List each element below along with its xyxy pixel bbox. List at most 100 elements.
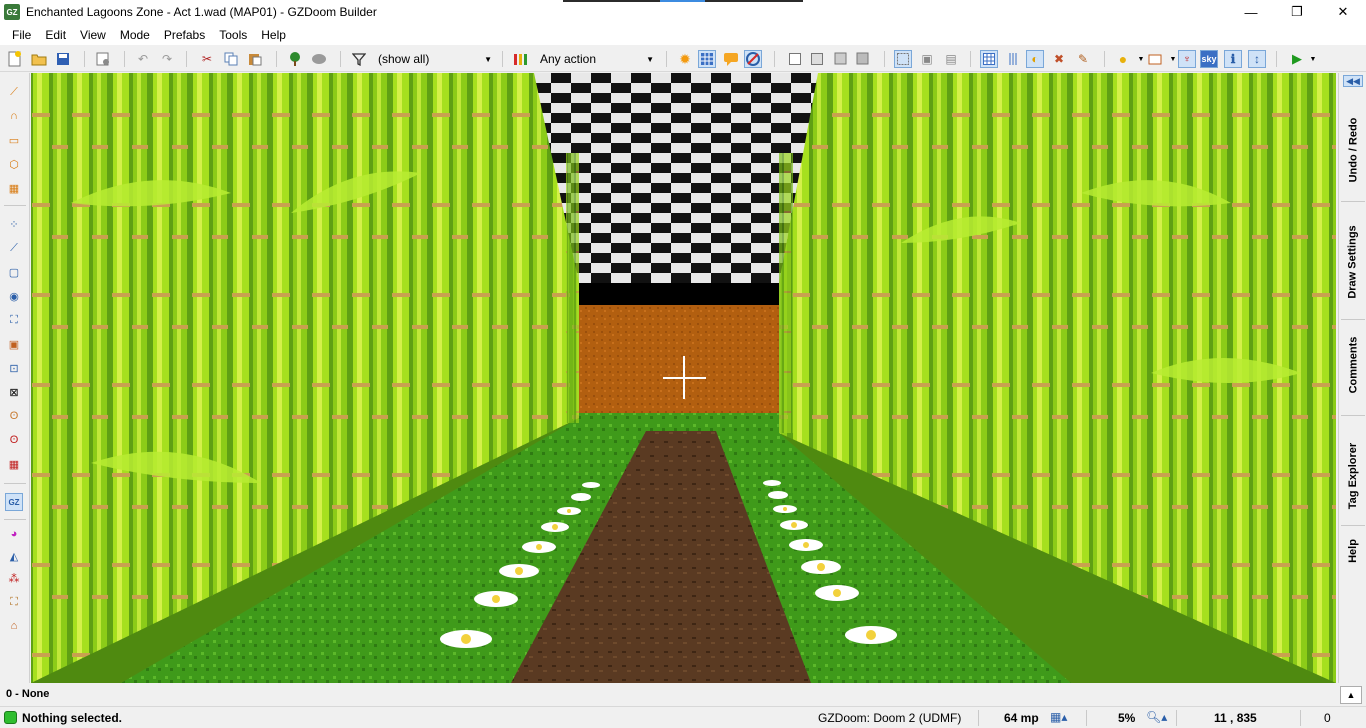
visual-mode-icon[interactable]: GZ — [5, 493, 23, 511]
save-map-icon[interactable] — [54, 50, 72, 68]
minimize-button[interactable]: — — [1228, 0, 1274, 24]
draw-lines-icon[interactable]: ⟋ — [5, 83, 23, 101]
copy-icon[interactable] — [222, 50, 240, 68]
sound-environment-icon[interactable]: ʘ — [5, 431, 23, 449]
action-filter-value: Any action — [540, 52, 597, 66]
filter-icon[interactable] — [350, 50, 368, 68]
sectors-icon[interactable] — [1004, 50, 1022, 68]
find-replace-icon[interactable]: ⊡ — [5, 359, 23, 377]
menu-edit[interactable]: Edit — [39, 28, 72, 42]
auto-merge-icon[interactable]: ▣ — [918, 50, 936, 68]
view-mode-normal-icon[interactable] — [786, 50, 804, 68]
paste-icon[interactable] — [246, 50, 264, 68]
lightbulb-icon[interactable]: ● — [1114, 50, 1132, 68]
tab-tag-explorer[interactable]: Tag Explorer — [1339, 421, 1366, 531]
grid-size-label: 64 mp — [1004, 711, 1039, 725]
view-mode-brightness-icon[interactable] — [808, 50, 826, 68]
draw-shape-icon[interactable]: ⛶ — [5, 593, 23, 611]
status-bar: Nothing selected. GZDoom: Doom 2 (UDMF) … — [0, 706, 1366, 728]
title-bar: GZ Enchanted Lagoons Zone - Act 1.wad (M… — [0, 0, 1366, 24]
linedefs-mode-icon[interactable]: ⟋ — [5, 239, 23, 257]
draw-curve-icon[interactable]: ∩ — [5, 107, 23, 125]
redo-icon[interactable]: ↷ — [158, 50, 176, 68]
insert-prefab-icon[interactable] — [286, 50, 304, 68]
sound-propagation-icon[interactable]: ʘ — [5, 407, 23, 425]
cut-icon[interactable]: ✂ — [198, 50, 216, 68]
main-toolbar: ↶ ↷ ✂ (show all) ▼ Any action ▼ ✹ ▣ ▤ ◐ … — [0, 46, 1366, 72]
make-sectors-icon[interactable]: ▣ — [5, 335, 23, 353]
slope-icon[interactable]: ◭ — [5, 547, 23, 565]
grid-icon[interactable] — [698, 50, 716, 68]
tab-undo-redo[interactable]: Undo / Redo — [1339, 95, 1366, 205]
draw-rectangle-icon[interactable]: ▭ — [5, 131, 23, 149]
sectors-mode-icon[interactable]: ▢ — [5, 263, 23, 281]
status-message: Nothing selected. — [22, 711, 123, 725]
insert-prefab-previous-icon[interactable] — [310, 50, 328, 68]
geometry-icon[interactable] — [980, 50, 998, 68]
cursor-coordinates: 11 , 835 — [1214, 711, 1257, 725]
stair-builder-icon[interactable]: ⌂ — [5, 617, 23, 635]
menu-view[interactable]: View — [74, 28, 112, 42]
tab-help[interactable]: Help — [1339, 531, 1366, 571]
close-button[interactable]: ✕ — [1320, 0, 1366, 24]
open-map-icon[interactable] — [30, 50, 48, 68]
info-panel: 0 - None ▲ — [0, 684, 1366, 706]
visual-vertices-icon[interactable]: ↕ — [1248, 50, 1266, 68]
dynamic-lights-icon[interactable]: ◐ — [1026, 50, 1044, 68]
visual-mode-viewport[interactable] — [31, 73, 1336, 683]
window-title: Enchanted Lagoons Zone - Act 1.wad (MAP0… — [26, 5, 377, 19]
chevron-down-icon[interactable]: ▼ — [1304, 50, 1322, 68]
comments-icon[interactable] — [722, 50, 740, 68]
engine-label: GZDoom: Doom 2 (UDMF) — [818, 711, 962, 725]
title-accent-blue — [660, 0, 705, 2]
event-lines-icon[interactable]: ℹ — [1224, 50, 1242, 68]
new-map-icon[interactable] — [6, 50, 24, 68]
zoom-icon[interactable]: 🔍︎▴ — [1146, 710, 1167, 724]
grid-size-icon[interactable]: ▦▴ — [1050, 710, 1067, 724]
collapse-docker-button[interactable]: ◀◀ — [1343, 75, 1363, 87]
model-rendering-icon[interactable] — [1146, 50, 1164, 68]
zoom-label: 5% — [1118, 711, 1136, 725]
thing-filter-dropdown[interactable]: (show all) ▼ — [374, 49, 494, 69]
expand-info-button[interactable]: ▲ — [1340, 686, 1362, 704]
menu-bar: File Edit View Mode Prefabs Tools Help — [0, 24, 1366, 45]
thing-filter-value: (show all) — [378, 52, 430, 66]
vertices-mode-icon[interactable]: ⁘ — [5, 215, 23, 233]
fog-icon[interactable]: ✎ — [1074, 50, 1092, 68]
tab-draw-settings[interactable]: Draw Settings — [1339, 207, 1366, 317]
view-mode-floors-icon[interactable] — [832, 50, 850, 68]
tab-comments[interactable]: Comments — [1339, 325, 1366, 405]
maximize-button[interactable]: ❐ — [1274, 0, 1320, 24]
fixed-things-scale-icon[interactable] — [744, 50, 762, 68]
script-editor-icon[interactable]: ▦ — [5, 455, 23, 473]
edit-selection-icon[interactable]: ⛶ — [5, 311, 23, 329]
bridge-mode-icon[interactable]: ⁂ — [5, 569, 23, 587]
status-led-icon — [4, 711, 17, 724]
action-filter-dropdown[interactable]: Any action ▼ — [536, 49, 656, 69]
fog-toggle-icon[interactable]: ♆ — [1178, 50, 1196, 68]
chevron-down-icon: ▼ — [484, 54, 492, 64]
linedef-color-presets-icon[interactable] — [512, 50, 530, 68]
view-mode-ceilings-icon[interactable] — [854, 50, 872, 68]
draw-grid-icon[interactable]: ▦ — [5, 179, 23, 197]
undo-icon[interactable]: ↶ — [134, 50, 152, 68]
docker-panel: ◀◀ Undo / Redo Draw Settings Comments Ta… — [1338, 73, 1366, 683]
brightness-icon[interactable]: ✹ — [676, 50, 694, 68]
menu-file[interactable]: File — [6, 28, 37, 42]
models-icon[interactable]: ✖ — [1050, 50, 1068, 68]
snap-to-grid-icon[interactable] — [894, 50, 912, 68]
sky-icon[interactable]: sky — [1200, 50, 1218, 68]
selection-info-label: 0 - None — [6, 688, 50, 700]
texture-browser-icon[interactable]: ⊠ — [5, 383, 23, 401]
draw-ellipse-icon[interactable]: ⬡ — [5, 155, 23, 173]
menu-prefabs[interactable]: Prefabs — [158, 28, 211, 42]
menu-tools[interactable]: Tools — [213, 28, 253, 42]
things-mode-icon[interactable]: ◉ — [5, 287, 23, 305]
menu-mode[interactable]: Mode — [114, 28, 156, 42]
menu-help[interactable]: Help — [255, 28, 292, 42]
map-options-icon[interactable] — [94, 50, 112, 68]
mode-toolbar: ⟋ ∩ ▭ ⬡ ▦ ⁘ ⟋ ▢ ◉ ⛶ ▣ ⊡ ⊠ ʘ ʘ ▦ GZ ◕ ◭ ⁂… — [0, 73, 30, 683]
color-picker-icon[interactable]: ◕ — [5, 525, 23, 543]
highlight-icon[interactable]: ▤ — [942, 50, 960, 68]
status-counter: 0 — [1324, 711, 1331, 725]
